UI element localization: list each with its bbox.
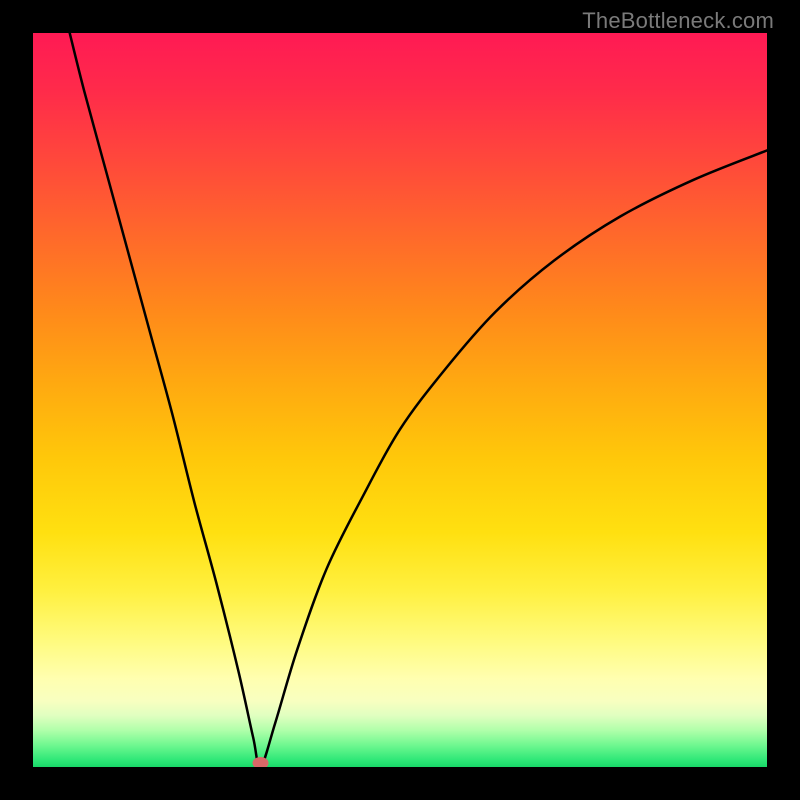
chart-frame: TheBottleneck.com [0, 0, 800, 800]
plot-area [33, 33, 767, 767]
curve-svg [33, 33, 767, 767]
bottleneck-curve-path [70, 33, 767, 767]
min-marker-icon [253, 757, 269, 767]
watermark-text: TheBottleneck.com [582, 8, 774, 34]
